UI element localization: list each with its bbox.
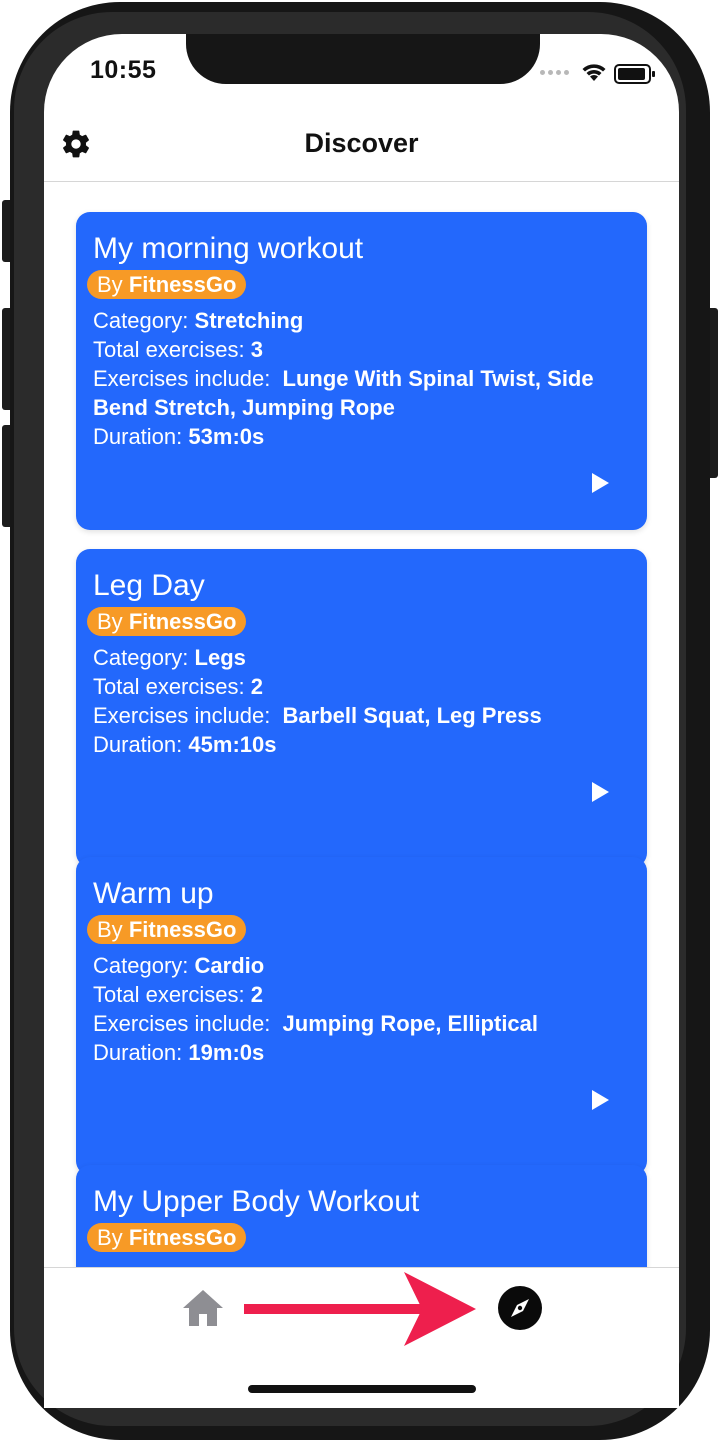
category-label: Category: bbox=[93, 308, 189, 333]
exercises-label: Exercises include: bbox=[93, 703, 271, 728]
category-value: Legs bbox=[194, 645, 246, 670]
play-icon[interactable] bbox=[590, 1089, 610, 1111]
duration-label: Duration: bbox=[93, 424, 183, 449]
wifi-icon bbox=[582, 64, 606, 81]
author-badge: By FitnessGo bbox=[87, 915, 247, 944]
author-badge: By FitnessGo bbox=[87, 607, 247, 636]
category-value: Cardio bbox=[194, 953, 265, 978]
workout-title: My morning workout bbox=[93, 232, 364, 265]
compass-icon[interactable] bbox=[497, 1285, 543, 1331]
nav-header: Discover bbox=[44, 100, 679, 182]
author-name: FitnessGo bbox=[128, 917, 237, 942]
home-indicator[interactable] bbox=[248, 1385, 476, 1393]
exercises-value: Barbell Squat, Leg Press bbox=[282, 703, 542, 728]
exercises-label: Exercises include: bbox=[93, 366, 271, 391]
total-label: Total exercises: bbox=[93, 674, 245, 699]
author-badge: By FitnessGo bbox=[87, 1223, 247, 1252]
by-label: By bbox=[97, 609, 123, 634]
duration-value: 19m:0s bbox=[188, 1040, 265, 1065]
play-icon[interactable] bbox=[590, 472, 610, 494]
by-label: By bbox=[97, 917, 123, 942]
duration-label: Duration: bbox=[93, 1040, 183, 1065]
workout-title: Warm up bbox=[93, 877, 214, 910]
by-label: By bbox=[97, 1225, 123, 1250]
status-time: 10:55 bbox=[90, 56, 157, 84]
battery-icon bbox=[614, 64, 655, 84]
workout-title: My Upper Body Workout bbox=[93, 1185, 420, 1218]
total-label: Total exercises: bbox=[93, 337, 245, 362]
play-icon[interactable] bbox=[590, 781, 610, 803]
notch bbox=[186, 34, 540, 84]
page-title: Discover bbox=[304, 128, 419, 158]
workout-info: Category: Cardio Total exercises: 2 Exer… bbox=[93, 951, 633, 1067]
workout-card[interactable]: My morning workout By FitnessGo Category… bbox=[76, 212, 647, 530]
total-label: Total exercises: bbox=[93, 982, 245, 1007]
author-badge: By FitnessGo bbox=[87, 270, 247, 299]
author-name: FitnessGo bbox=[128, 1225, 237, 1250]
total-value: 2 bbox=[250, 674, 263, 699]
total-value: 2 bbox=[250, 982, 263, 1007]
by-label: By bbox=[97, 272, 123, 297]
author-name: FitnessGo bbox=[128, 272, 237, 297]
workout-info: Category: Stretching Total exercises: 3 … bbox=[93, 306, 633, 451]
author-name: FitnessGo bbox=[128, 609, 237, 634]
total-value: 3 bbox=[250, 337, 263, 362]
category-value: Stretching bbox=[194, 308, 304, 333]
exercises-label: Exercises include: bbox=[93, 1011, 271, 1036]
workout-list[interactable]: My morning workout By FitnessGo Category… bbox=[44, 182, 679, 1267]
workout-card[interactable]: Leg Day By FitnessGo Category: Legs Tota… bbox=[76, 549, 647, 867]
duration-label: Duration: bbox=[93, 732, 183, 757]
category-label: Category: bbox=[93, 953, 189, 978]
workout-info: Category: Legs Total exercises: 2 Exerci… bbox=[93, 643, 633, 759]
workout-title: Leg Day bbox=[93, 569, 205, 602]
exercises-value: Jumping Rope, Elliptical bbox=[282, 1011, 539, 1036]
duration-value: 45m:10s bbox=[188, 732, 277, 757]
workout-card[interactable]: My Upper Body Workout By FitnessGo bbox=[76, 1165, 647, 1267]
category-label: Category: bbox=[93, 645, 189, 670]
annotation-arrow bbox=[244, 1272, 476, 1346]
workout-card[interactable]: Warm up By FitnessGo Category: Cardio To… bbox=[76, 857, 647, 1175]
duration-value: 53m:0s bbox=[188, 424, 265, 449]
home-icon[interactable] bbox=[181, 1288, 225, 1328]
